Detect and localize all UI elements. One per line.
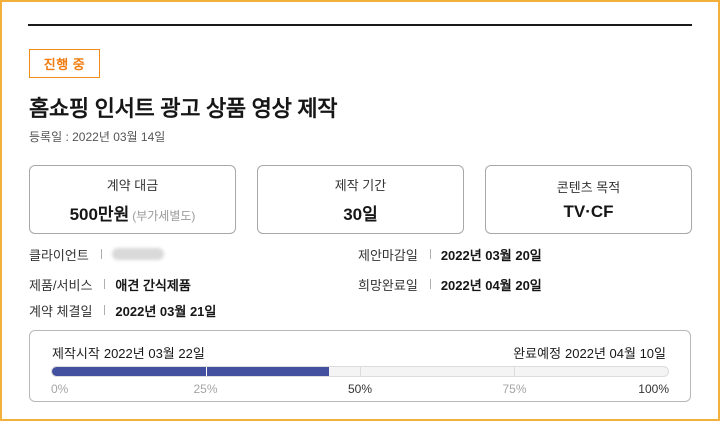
separator (100, 249, 102, 259)
card-label: 계약 대금 (106, 177, 159, 193)
content-purpose-value: TV·CF (563, 202, 614, 221)
separator (104, 305, 106, 315)
card-production-period: 제작 기간 30일 (257, 165, 464, 234)
progress-tick-line (206, 367, 207, 376)
card-label: 콘텐츠 목적 (556, 180, 621, 195)
info-product: 제품/서비스 애견 간식제품 (29, 275, 191, 293)
progress-box: 제작시작 2022년 03월 22일 완료예정 2022년 04월 10일 0% 25… (29, 330, 691, 402)
progress-tick-label: 75% (502, 382, 527, 396)
separator (429, 279, 431, 289)
card-value: 500만원 (부가세별도) (70, 200, 196, 225)
page-title: 홈쇼핑 인서트 광고 상품 영상 제작 (29, 96, 338, 121)
info-value: 2022년 03월 20일 (440, 247, 542, 263)
progress-end-label: 완료예정 (513, 346, 562, 361)
progress-start-label: 제작시작 (52, 346, 100, 361)
progress-track (51, 366, 669, 377)
info-label: 제안마감일 (358, 247, 418, 263)
info-label: 계약 체결일 (29, 303, 93, 319)
separator (429, 249, 431, 259)
progress-tick-line (360, 367, 361, 376)
progress-end: 완료예정 2022년 04월 10일 (513, 343, 666, 362)
info-value: 애견 간식제품 (115, 277, 191, 293)
info-label: 클라이언트 (29, 247, 89, 263)
production-period-value: 30일 (343, 204, 378, 224)
info-value: 2022년 04월 20일 (440, 277, 542, 293)
separator (104, 279, 106, 289)
registered-date: 등록일 : 2022년 03월 14일 (29, 130, 166, 144)
info-contract-date: 계약 체결일 2022년 03월 21일 (29, 301, 216, 319)
project-panel: 진행 중 홈쇼핑 인서트 광고 상품 영상 제작 등록일 : 2022년 03월… (0, 0, 720, 421)
info-value: 2022년 03월 21일 (115, 303, 217, 319)
card-content-purpose: 콘텐츠 목적 TV·CF (485, 165, 692, 234)
info-desired-completion: 희망완료일 2022년 04월 20일 (358, 275, 542, 293)
vat-note: (부가세별도) (132, 208, 196, 223)
progress-tick-label: 100% (638, 382, 669, 396)
card-contract-amount: 계약 대금 500만원 (부가세별도) (29, 165, 236, 234)
client-name-blurred (111, 248, 164, 260)
contract-amount-value: 500만원 (69, 204, 130, 224)
progress-tick-label: 50% (347, 382, 373, 396)
progress-end-value: 2022년 04월 10일 (565, 346, 666, 361)
info-label: 희망완료일 (358, 277, 418, 293)
top-divider (28, 24, 692, 26)
progress-tick-label: 0% (51, 382, 69, 396)
progress-start: 제작시작 2022년 03월 22일 (52, 343, 205, 362)
progress-tick-line (514, 367, 515, 376)
card-label: 제작 기간 (334, 177, 387, 193)
info-label: 제품/서비스 (29, 277, 93, 293)
status-badge: 진행 중 (29, 49, 100, 78)
progress-start-value: 2022년 03월 22일 (103, 346, 205, 361)
progress-fill (52, 367, 330, 376)
info-proposal-deadline: 제안마감일 2022년 03월 20일 (358, 245, 542, 263)
info-client: 클라이언트 (29, 245, 164, 263)
progress-tick-label: 25% (193, 382, 218, 396)
